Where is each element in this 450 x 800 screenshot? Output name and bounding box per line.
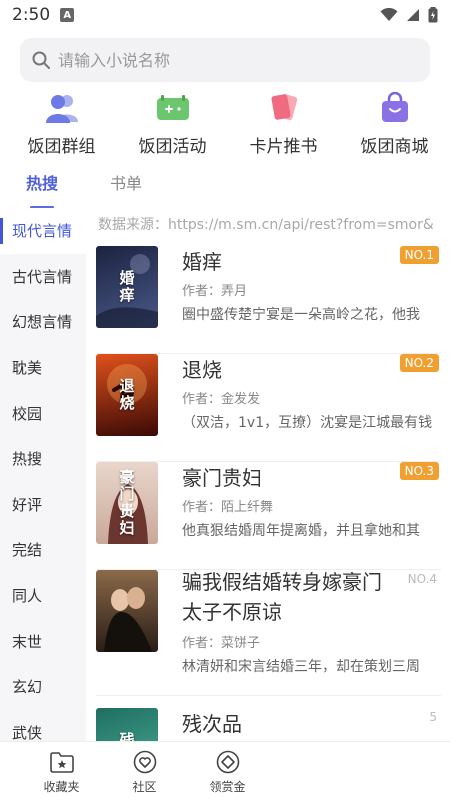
group-icon xyxy=(44,92,80,124)
rank-badge: NO.2 xyxy=(399,354,439,372)
book-title: 豪门贵妇 xyxy=(182,466,262,490)
quick-nav-label: 卡片推书 xyxy=(249,137,318,157)
book-description: （双洁，1v1，互撩）沈宴是江城最有钱 xyxy=(182,415,433,431)
quick-nav: 饭团群组 饭团活动 卡片推书 饭团商城 xyxy=(0,92,450,158)
tab-hot-search[interactable]: 热搜 xyxy=(26,168,58,209)
quick-nav-label: 饭团群组 xyxy=(27,137,96,157)
book-description: 圈中盛传楚宁宴是一朵高岭之花，他我 xyxy=(182,307,420,323)
search-icon xyxy=(32,51,50,69)
book-list-panel: 数据来源：https://m.sm.cn/api/rest?from=smor&… xyxy=(86,208,450,741)
rank-label: 5 xyxy=(429,710,437,724)
rank-badge: NO.3 xyxy=(399,462,439,480)
category-item-campus[interactable]: 校园 xyxy=(0,390,86,436)
book-author: 作者：陌上纤舞 xyxy=(182,500,274,515)
quick-nav-group-button[interactable]: 饭团群组 xyxy=(6,92,117,158)
status-icons xyxy=(380,7,438,23)
book-title: 婚痒 xyxy=(182,250,222,274)
category-item-ancient-romance[interactable]: 古代言情 xyxy=(0,254,86,300)
favorites-folder-icon xyxy=(49,752,74,773)
cover-title-text: 婚痒 xyxy=(117,270,136,304)
quick-nav-label: 饭团活动 xyxy=(138,137,207,157)
category-item-top-rated[interactable]: 好评 xyxy=(0,482,86,528)
status-time: 2:50 xyxy=(12,5,51,25)
category-item-xuanhuan[interactable]: 玄幻 xyxy=(0,664,86,710)
book-list-item[interactable]: 骗我假结婚转身嫁豪门 太子不原谅 NO.4 作者：菜饼子 林清妍和宋言结婚三年，… xyxy=(96,570,441,696)
quick-nav-activity-button[interactable]: 饭团活动 xyxy=(117,92,228,158)
cover-title-text: 残次 xyxy=(96,714,158,741)
book-title-line-1: 骗我假结婚转身嫁豪门 xyxy=(182,570,382,594)
tab-booklist[interactable]: 书单 xyxy=(110,168,142,204)
bottom-nav-favorites[interactable]: 收藏夹 xyxy=(20,742,103,800)
book-title: 退烧 xyxy=(182,358,222,382)
category-item-apocalypse[interactable]: 末世 xyxy=(0,618,86,664)
category-item-wuxia[interactable]: 武侠 xyxy=(0,710,86,741)
shopping-bag-icon xyxy=(377,92,413,124)
activity-ticket-icon xyxy=(155,92,191,124)
quick-nav-label: 饭团商城 xyxy=(360,137,429,157)
book-title-line-2: 太子不原谅 xyxy=(182,600,282,624)
status-bar: 2:50 A xyxy=(0,0,450,30)
quick-nav-cards-button[interactable]: 卡片推书 xyxy=(228,92,339,158)
rank-label: NO.4 xyxy=(407,572,437,586)
data-source-text: 数据来源：https://m.sm.cn/api/rest?from=smor& xyxy=(98,217,434,233)
notification-icon: A xyxy=(60,8,75,22)
book-list-item[interactable]: 残次 残次品 5 xyxy=(96,708,441,741)
quick-nav-mall-button[interactable]: 饭团商城 xyxy=(339,92,450,158)
rank-badge: NO.1 xyxy=(399,246,439,264)
signal-icon xyxy=(407,9,419,21)
cards-icon xyxy=(266,92,302,124)
bottom-nav-label: 领赏金 xyxy=(209,780,246,794)
book-author: 作者：金发发 xyxy=(182,392,261,407)
category-item-danmei[interactable]: 耽美 xyxy=(0,345,86,391)
bottom-nav-community[interactable]: 社区 xyxy=(103,742,186,800)
book-author: 作者：弄月 xyxy=(182,284,248,299)
category-item-modern-romance[interactable]: 现代言情 xyxy=(0,208,86,254)
book-description: 林清妍和宋言结婚三年，却在策划三周 xyxy=(182,659,420,675)
tab-bar: 热搜 书单 xyxy=(0,168,450,209)
category-item-hot[interactable]: 热搜 xyxy=(0,436,86,482)
book-cover xyxy=(96,570,158,652)
bottom-nav-label: 收藏夹 xyxy=(43,780,80,794)
community-heart-icon xyxy=(133,750,156,774)
book-cover: 残次 xyxy=(96,708,158,741)
category-item-fanfic[interactable]: 同人 xyxy=(0,573,86,619)
book-cover: 退烧 xyxy=(96,354,158,436)
book-title: 残次品 xyxy=(182,712,242,736)
bottom-nav-label: 社区 xyxy=(132,780,157,794)
book-description: 他真狠结婚周年提离婚，并且拿她和其 xyxy=(182,523,420,539)
category-item-fantasy-romance[interactable]: 幻想言情 xyxy=(0,299,86,345)
cover-title-text: 退烧 xyxy=(117,378,136,412)
book-cover: 婚痒 xyxy=(96,246,158,328)
bottom-nav: 收藏夹 社区 领赏金 xyxy=(0,741,450,800)
bottom-nav-reward[interactable]: 领赏金 xyxy=(186,742,269,800)
battery-icon xyxy=(428,7,438,23)
category-item-completed[interactable]: 完结 xyxy=(0,527,86,573)
book-cover: 豪门贵妇 xyxy=(96,462,158,544)
reward-coin-icon xyxy=(216,750,239,774)
cover-art-icon xyxy=(104,587,152,652)
book-list-item[interactable]: 豪门贵妇 豪门贵妇 NO.3 作者：陌上纤舞 他真狠结婚周年提离婚，并且拿她和其 xyxy=(96,462,441,570)
cover-title-text: 豪门贵妇 xyxy=(117,469,136,537)
book-list-item[interactable]: 婚痒 婚痒 NO.1 作者：弄月 圈中盛传楚宁宴是一朵高岭之花，他我 xyxy=(96,246,441,354)
search-bar[interactable] xyxy=(20,38,430,82)
wifi-icon xyxy=(380,8,398,21)
category-sidebar: 现代言情 古代言情 幻想言情 耽美 校园 热搜 好评 完结 同人 末世 玄幻 武… xyxy=(0,208,86,741)
search-input[interactable] xyxy=(58,50,398,70)
book-list-item[interactable]: 退烧 退烧 NO.2 作者：金发发 （双洁，1v1，互撩）沈宴是江城最有钱 xyxy=(96,354,441,462)
book-author: 作者：菜饼子 xyxy=(182,636,261,651)
